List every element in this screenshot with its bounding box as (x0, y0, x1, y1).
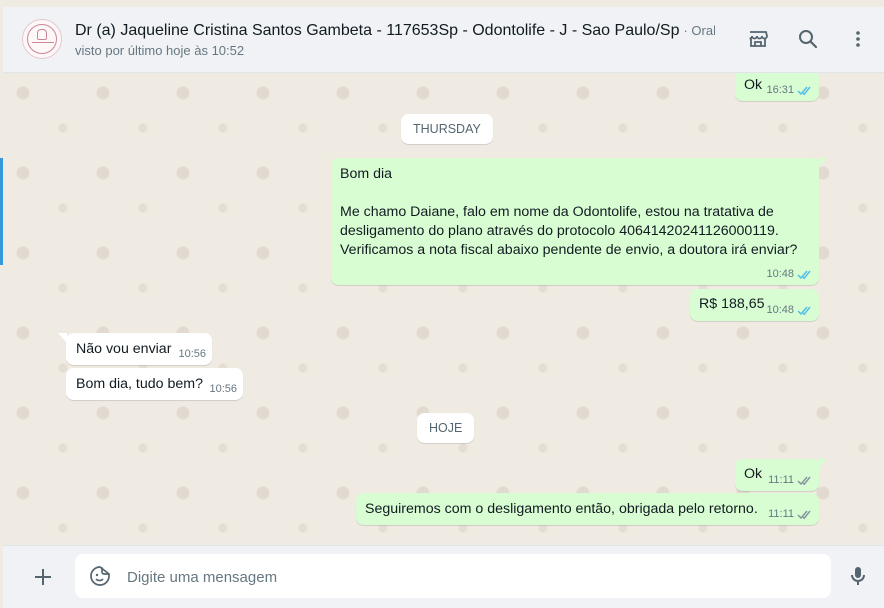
date-divider: THURSDAY (401, 114, 493, 144)
message-text: R$ 188,65 (699, 296, 765, 312)
message-text: Bom dia Me chamo Daiane, falo em nome da… (340, 166, 798, 258)
message-input[interactable] (125, 554, 819, 600)
message-time: 10:56 (178, 348, 206, 360)
message-meta: 10:56 (178, 347, 206, 362)
message-bubble-incoming[interactable]: Não vou enviar 10:56 (58, 333, 212, 365)
search-icon[interactable] (796, 27, 820, 51)
read-ticks-icon (797, 270, 811, 280)
message-time: 10:56 (209, 383, 237, 395)
avatar[interactable] (22, 19, 62, 59)
emoji-icon[interactable] (89, 565, 111, 587)
chat-header[interactable]: Dr (a) Jaqueline Cristina Santos Gambeta… (3, 7, 884, 73)
contact-name: Dr (a) Jaqueline Cristina Santos Gambeta… (75, 22, 680, 39)
bubble-tail (818, 158, 827, 168)
message-time: 11:11 (768, 508, 794, 520)
message-composer (3, 545, 884, 608)
bubble-tail (818, 459, 827, 469)
read-ticks-icon (797, 86, 811, 96)
message-bubble-outgoing[interactable]: R$ 188,65 10:48 (690, 289, 819, 321)
message-text: Seguiremos com o desligamento então, obr… (365, 501, 758, 517)
plus-icon[interactable] (31, 565, 55, 589)
last-seen-status: visto por último hoje às 10:52 (75, 43, 245, 58)
message-meta: 16:31 (766, 83, 813, 98)
message-bubble-outgoing[interactable]: Bom dia Me chamo Daiane, falo em nome da… (331, 158, 827, 285)
message-text: Não vou enviar (76, 341, 172, 357)
contact-title[interactable]: Dr (a) Jaqueline Cristina Santos Gambeta… (75, 21, 715, 41)
delivered-ticks-icon (797, 510, 811, 520)
contact-subtitle: · Oral... (683, 23, 715, 38)
message-bubble-outgoing[interactable]: Seguiremos com o desligamento então, obr… (356, 493, 819, 525)
catalog-icon[interactable] (746, 27, 770, 51)
message-time: 16:31 (766, 84, 794, 96)
message-text: Ok (744, 77, 763, 93)
message-bubble-outgoing[interactable]: Ok 11:11 (735, 459, 827, 491)
message-meta: 11:11 (768, 473, 813, 488)
message-meta: 10:56 (209, 382, 237, 397)
mic-icon[interactable] (846, 564, 870, 588)
logo-line (32, 42, 54, 43)
bubble-tail (58, 333, 67, 343)
tooth-logo-icon (37, 29, 47, 40)
message-time: 11:11 (768, 474, 794, 486)
message-text: Ok (744, 466, 763, 482)
message-input-box[interactable] (75, 554, 831, 600)
message-time: 10:48 (766, 268, 794, 280)
message-time: 10:48 (766, 304, 794, 316)
read-ticks-icon (797, 306, 811, 316)
whatsapp-chat-window: Dr (a) Jaqueline Cristina Santos Gambeta… (0, 0, 884, 608)
message-meta: 11:11 (768, 507, 813, 522)
menu-icon[interactable] (846, 27, 870, 51)
message-list[interactable]: Ok 16:31 THURSDAY Bom dia Me chamo Daian… (3, 73, 884, 545)
message-bubble-outgoing[interactable]: Ok 16:31 (735, 73, 819, 101)
message-bubble-incoming[interactable]: Bom dia, tudo bem? 10:56 (66, 368, 243, 400)
message-meta: 10:48 (766, 267, 813, 282)
message-meta: 10:48 (766, 303, 813, 318)
date-divider: HOJE (417, 413, 475, 443)
message-text: Bom dia, tudo bem? (76, 376, 203, 392)
delivered-ticks-icon (797, 476, 811, 486)
